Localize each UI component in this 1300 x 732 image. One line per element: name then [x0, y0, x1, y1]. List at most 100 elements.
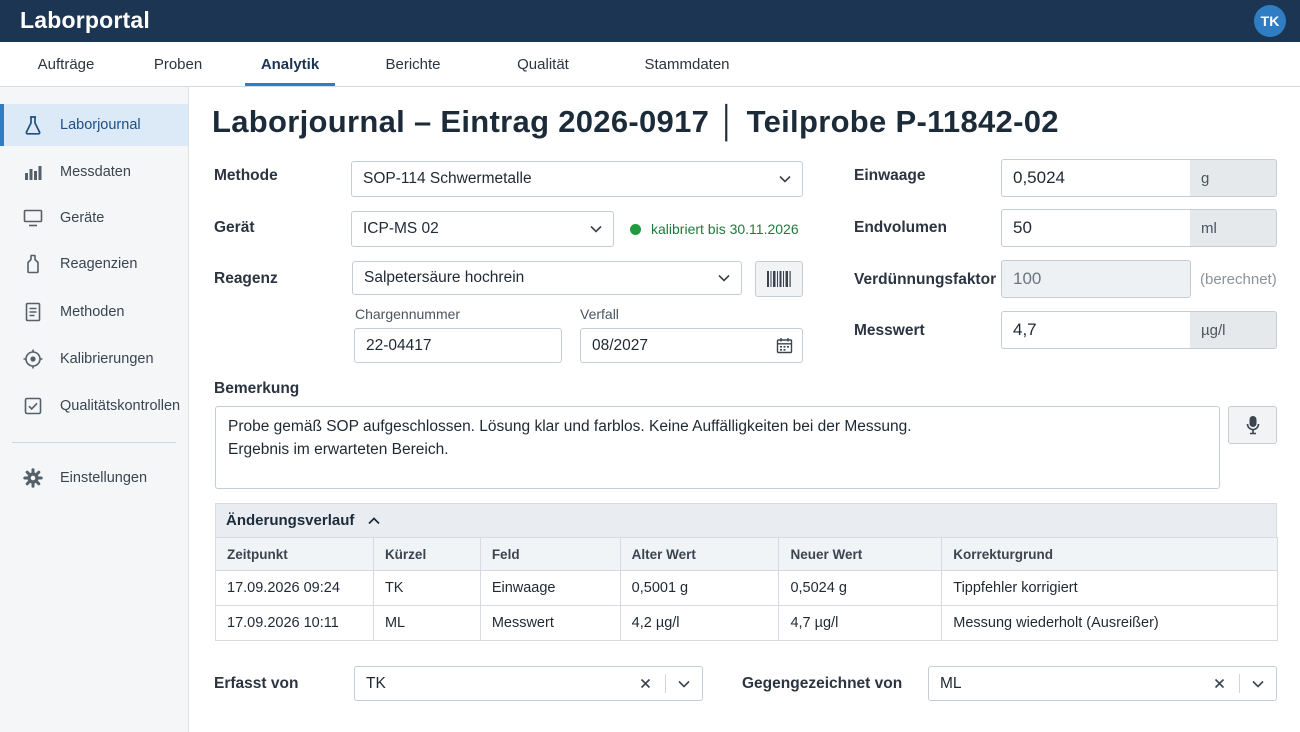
chevron-up-icon	[368, 514, 382, 528]
column-header: Zeitpunkt	[215, 537, 374, 571]
charge-label: Chargennummer	[355, 306, 461, 322]
reagenz-value: Salpetersäure hochrein	[364, 269, 525, 286]
monitor-icon	[22, 207, 44, 229]
verduennung-hint: (berechnet)	[1200, 271, 1277, 288]
user-avatar[interactable]: TK	[1254, 5, 1286, 37]
sidebar-item-laborjournal[interactable]: Laborjournal	[0, 104, 188, 146]
sidebar-item-label: Qualitätskontrollen	[60, 398, 181, 414]
sidebar-item-qualitaetskontrollen[interactable]: Qualitätskontrollen	[0, 385, 188, 427]
sidebar-item-label: Geräte	[60, 210, 105, 226]
column-header: Korrekturgrund	[941, 537, 1278, 571]
geraet-select[interactable]: ICP-MS 02	[351, 211, 614, 247]
sidebar-item-messdaten[interactable]: Messdaten	[0, 151, 188, 193]
gegengezeichnet-combobox[interactable]: ML	[928, 666, 1277, 701]
verduennung-readonly-field: 100	[1001, 260, 1191, 298]
table-cell: 17.09.2026 10:11	[215, 605, 374, 641]
einwaage-value: 0,5024	[1013, 168, 1065, 187]
sidebar-item-methoden[interactable]: Methoden	[0, 291, 188, 333]
erfasst-combobox[interactable]: TK	[354, 666, 703, 701]
sidebar-item-reagenzien[interactable]: Reagenzien	[0, 243, 188, 285]
methode-value: SOP-114 Schwermetalle	[363, 170, 532, 187]
messwert-unit: µg/l	[1190, 311, 1277, 349]
target-icon	[22, 348, 44, 370]
reagenz-select[interactable]: Salpetersäure hochrein	[352, 261, 742, 295]
clear-icon[interactable]	[1213, 678, 1225, 690]
messwert-label: Messwert	[854, 322, 925, 339]
combobox-divider	[665, 674, 666, 693]
charge-input[interactable]: 22-04417	[354, 328, 562, 363]
verduennung-label: Verdünnungsfaktor	[854, 271, 997, 288]
methode-select[interactable]: SOP-114 Schwermetalle	[351, 161, 803, 197]
geraet-label: Gerät	[214, 219, 255, 236]
chevron-down-icon	[778, 172, 792, 186]
bar-chart-icon	[22, 161, 44, 183]
gegengezeichnet-label: Gegengezeichnet von	[742, 675, 903, 692]
gegengezeichnet-value: ML	[940, 674, 962, 692]
verfall-label: Verfall	[580, 306, 619, 322]
messwert-input[interactable]: 4,7	[1001, 311, 1191, 349]
clear-icon[interactable]	[639, 678, 651, 690]
sidebar-item-kalibrierungen[interactable]: Kalibrierungen	[0, 338, 188, 380]
table-cell: 17.09.2026 09:24	[215, 570, 374, 606]
calibration-status-text: kalibriert bis 30.11.2026	[651, 221, 799, 237]
tab-qualitaet[interactable]: Qualität	[496, 42, 590, 86]
sidebar-item-einstellungen[interactable]: Einstellungen	[0, 457, 188, 499]
history-toggle[interactable]: Änderungsverlauf	[215, 503, 1277, 538]
chevron-down-icon	[589, 222, 603, 236]
column-header: Alter Wert	[619, 537, 780, 571]
combobox-divider	[1239, 674, 1240, 693]
reagenz-label: Reagenz	[214, 270, 278, 287]
history-title: Änderungsverlauf	[226, 512, 355, 529]
chevron-down-icon[interactable]	[1251, 677, 1265, 691]
dictation-button[interactable]	[1228, 406, 1277, 444]
table-header-row: Zeitpunkt Kürzel Feld Alter Wert Neuer W…	[215, 537, 1278, 571]
bottle-icon	[22, 253, 44, 275]
column-header: Neuer Wert	[778, 537, 943, 571]
einwaage-input[interactable]: 0,5024	[1001, 159, 1191, 197]
verfall-date-input[interactable]: 08/2027	[580, 328, 803, 363]
tab-auftraege[interactable]: Aufträge	[18, 42, 114, 86]
barcode-icon	[766, 269, 792, 289]
table-cell: TK	[372, 570, 481, 606]
endvolumen-unit: ml	[1190, 209, 1277, 247]
sidebar-item-label: Laborjournal	[60, 117, 141, 133]
endvolumen-value: 50	[1013, 218, 1032, 237]
flask-icon	[22, 114, 44, 136]
tab-berichte[interactable]: Berichte	[366, 42, 460, 86]
erfasst-value: TK	[366, 674, 386, 692]
chevron-down-icon[interactable]	[677, 677, 691, 691]
endvolumen-label: Endvolumen	[854, 219, 948, 236]
geraet-value: ICP-MS 02	[363, 220, 439, 237]
einwaage-label: Einwaage	[854, 167, 926, 184]
sidebar-divider	[12, 442, 176, 443]
table-cell: 4,7 µg/l	[778, 605, 943, 641]
sidebar: Laborjournal Messdaten Geräte Reagenzien…	[0, 87, 189, 732]
endvolumen-input[interactable]: 50	[1001, 209, 1191, 247]
tab-proben[interactable]: Proben	[134, 42, 222, 86]
table-cell: 4,2 µg/l	[619, 605, 780, 641]
table-cell: 0,5001 g	[619, 570, 780, 606]
bemerkung-label: Bemerkung	[214, 380, 300, 397]
table-cell: Messung wiederholt (Ausreißer)	[941, 605, 1278, 641]
messwert-value: 4,7	[1013, 320, 1037, 339]
verfall-value: 08/2027	[592, 336, 649, 354]
bemerkung-textarea[interactable]: Probe gemäß SOP aufgeschlossen. Lösung k…	[215, 406, 1220, 489]
tab-stammdaten[interactable]: Stammdaten	[628, 42, 746, 86]
gear-icon	[22, 467, 44, 489]
methode-label: Methode	[214, 167, 278, 184]
calibration-status: kalibriert bis 30.11.2026	[630, 221, 799, 237]
sidebar-item-label: Methoden	[60, 304, 125, 320]
page-title: Laborjournal – Eintrag 2026-0917 │ Teilp…	[212, 104, 1059, 139]
einwaage-unit: g	[1190, 159, 1277, 197]
sidebar-item-geraete[interactable]: Geräte	[0, 197, 188, 239]
table-cell: 0,5024 g	[778, 570, 943, 606]
chevron-down-icon	[717, 271, 731, 285]
table-row: 17.09.2026 10:11 ML Messwert 4,2 µg/l 4,…	[215, 605, 1278, 641]
sidebar-item-label: Reagenzien	[60, 256, 138, 272]
column-header: Feld	[479, 537, 621, 571]
table-cell: Messwert	[479, 605, 621, 641]
barcode-scan-button[interactable]	[755, 261, 803, 297]
tab-analytik[interactable]: Analytik	[245, 42, 335, 86]
calendar-icon[interactable]	[775, 337, 793, 355]
sidebar-item-label: Einstellungen	[60, 470, 148, 486]
